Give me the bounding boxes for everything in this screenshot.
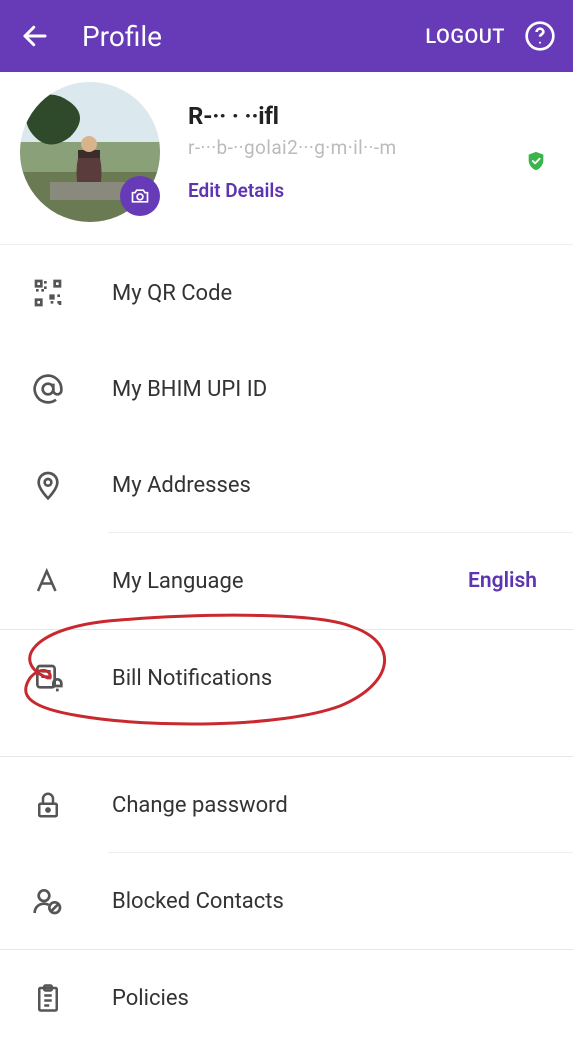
clipboard-icon — [28, 978, 68, 1018]
profile-email: r‐···b‐··golai2···g·m·il··‐m — [188, 136, 397, 159]
menu-item-addresses[interactable]: My Addresses — [0, 437, 573, 533]
qr-code-icon — [28, 273, 68, 313]
menu-label: Bill Notifications — [112, 666, 545, 691]
language-icon — [28, 561, 68, 601]
bill-notification-icon — [28, 658, 68, 698]
language-value: English — [468, 569, 537, 593]
menu-label: Blocked Contacts — [112, 889, 545, 914]
app-header: Profile LOGOUT — [0, 0, 573, 72]
menu-item-policies[interactable]: Policies — [0, 950, 573, 1046]
menu-label: My Language — [112, 569, 468, 594]
logout-button[interactable]: LOGOUT — [425, 24, 505, 48]
edit-details-button[interactable]: Edit Details — [188, 179, 397, 202]
menu-item-upi-id[interactable]: My BHIM UPI ID — [0, 341, 573, 437]
menu-label: My BHIM UPI ID — [112, 377, 545, 402]
menu-item-qr-code[interactable]: My QR Code — [0, 245, 573, 341]
at-sign-icon — [28, 369, 68, 409]
menu-item-change-password[interactable]: Change password — [0, 757, 573, 853]
menu-item-language[interactable]: My Language English — [0, 533, 573, 629]
menu-label: My Addresses — [112, 473, 545, 498]
help-icon[interactable] — [521, 17, 559, 55]
profile-name: R‐·· · ··ifl — [188, 102, 397, 130]
menu-item-blocked-contacts[interactable]: Blocked Contacts — [0, 853, 573, 949]
location-pin-icon — [28, 465, 68, 505]
verified-shield-icon — [525, 150, 547, 176]
menu-label: Policies — [112, 986, 545, 1011]
profile-info: R‐·· · ··ifl r‐···b‐··golai2···g·m·il··‐… — [188, 102, 397, 202]
menu-list: My QR Code My BHIM UPI ID My Addresses M… — [0, 245, 573, 1046]
back-button[interactable] — [14, 15, 56, 57]
menu-item-bill-notifications[interactable]: Bill Notifications — [0, 630, 573, 726]
profile-card: R‐·· · ··ifl r‐···b‐··golai2···g·m·il··‐… — [0, 72, 573, 245]
menu-label: Change password — [112, 793, 545, 818]
blocked-user-icon — [28, 881, 68, 921]
lock-icon — [28, 785, 68, 825]
camera-icon[interactable] — [120, 176, 160, 216]
page-title: Profile — [82, 20, 162, 53]
avatar-wrap — [20, 82, 160, 222]
menu-label: My QR Code — [112, 281, 545, 306]
